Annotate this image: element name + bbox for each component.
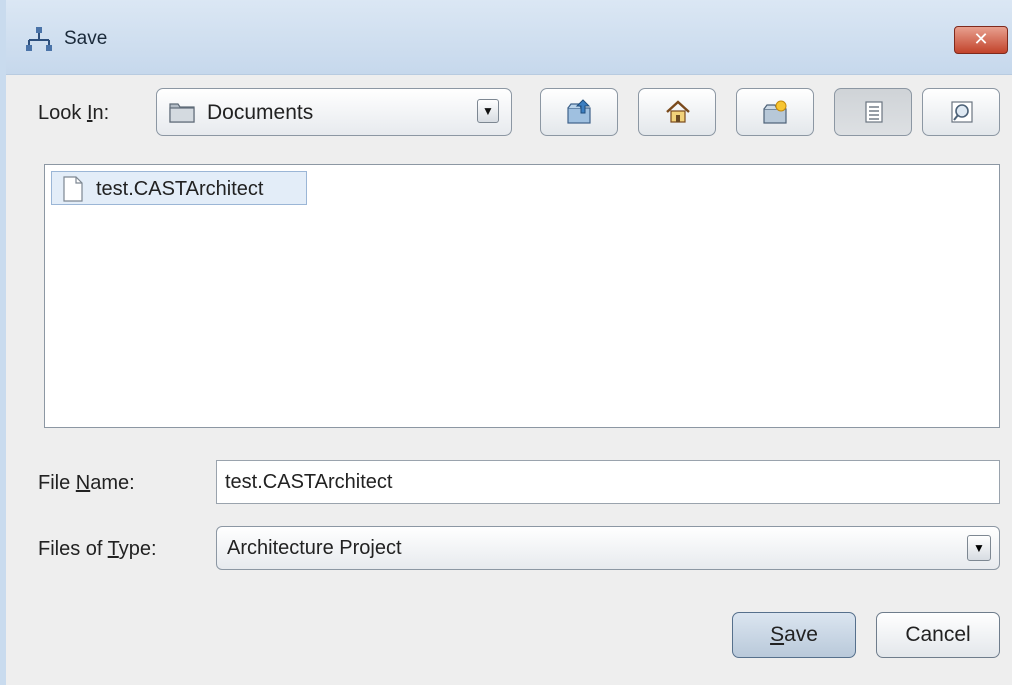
file-name-text: test.CASTArchitect xyxy=(96,178,264,200)
file-name-input[interactable] xyxy=(216,460,1000,504)
look-in-value: Documents xyxy=(207,101,314,124)
chevron-down-icon[interactable]: ▼ xyxy=(477,99,499,123)
home-icon xyxy=(666,100,690,123)
new-folder-icon xyxy=(763,100,787,124)
chevron-down-icon[interactable]: ▼ xyxy=(967,535,991,561)
save-dialog: Save ✕ Look In: Documents ▼ test.CASTArc… xyxy=(0,0,1012,685)
file-type-value: Architecture Project xyxy=(227,537,402,559)
folder-up-icon xyxy=(567,99,591,124)
file-name-label: File Name: xyxy=(38,472,135,494)
close-button[interactable]: ✕ xyxy=(954,26,1008,54)
list-view-icon xyxy=(865,101,883,123)
file-icon xyxy=(63,176,83,202)
look-in-label: Look In: xyxy=(38,102,110,124)
home-button[interactable] xyxy=(638,88,716,136)
folder-icon xyxy=(169,103,195,123)
new-folder-button[interactable] xyxy=(736,88,814,136)
details-view-button[interactable] xyxy=(922,88,1000,136)
file-type-combo[interactable]: Architecture Project ▼ xyxy=(216,526,1000,570)
cancel-button[interactable]: Cancel xyxy=(876,612,1000,658)
file-type-label: Files of Type: xyxy=(38,538,157,560)
details-view-icon xyxy=(951,101,973,123)
up-one-level-button[interactable] xyxy=(540,88,618,136)
window-title: Save xyxy=(64,28,108,49)
file-list[interactable]: test.CASTArchitect xyxy=(44,164,1000,428)
list-item[interactable]: test.CASTArchitect xyxy=(51,171,307,205)
network-icon xyxy=(26,27,52,51)
list-view-button[interactable] xyxy=(834,88,912,136)
look-in-combo[interactable]: Documents ▼ xyxy=(156,88,512,136)
title-bar[interactable]: Save ✕ xyxy=(6,0,1012,75)
save-button[interactable]: Save xyxy=(732,612,856,658)
close-icon: ✕ xyxy=(973,29,989,50)
